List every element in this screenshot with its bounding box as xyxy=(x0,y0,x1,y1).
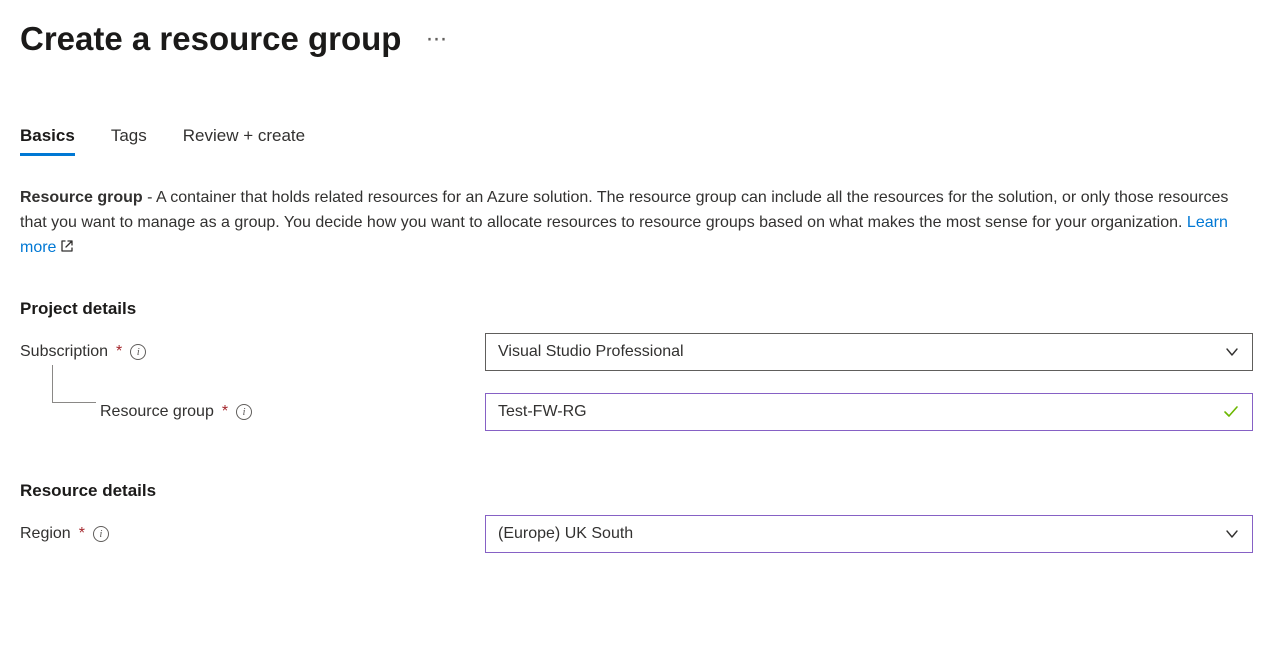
description-body: - A container that holds related resourc… xyxy=(20,189,1228,231)
tab-tags[interactable]: Tags xyxy=(111,126,147,156)
resource-group-label: Resource group xyxy=(100,403,214,421)
more-icon[interactable]: ··· xyxy=(425,25,446,53)
tab-basics[interactable]: Basics xyxy=(20,126,75,156)
subscription-label-cell: Subscription * i xyxy=(20,343,485,361)
subscription-label: Subscription xyxy=(20,343,108,361)
tree-connector xyxy=(52,365,96,403)
region-row: Region * i (Europe) UK South xyxy=(20,515,1253,553)
info-icon[interactable]: i xyxy=(236,404,252,420)
description-text: Resource group - A container that holds … xyxy=(20,186,1240,261)
region-value: (Europe) UK South xyxy=(498,525,633,543)
resource-group-row: Resource group * i Test-FW-RG xyxy=(20,393,1253,431)
resource-details-heading: Resource details xyxy=(20,481,1253,501)
check-icon xyxy=(1222,403,1240,421)
required-indicator: * xyxy=(79,525,85,543)
resource-group-label-cell: Resource group * i xyxy=(20,403,485,421)
page-title: Create a resource group xyxy=(20,20,401,58)
subscription-dropdown[interactable]: Visual Studio Professional xyxy=(485,333,1253,371)
region-label: Region xyxy=(20,525,71,543)
subscription-value: Visual Studio Professional xyxy=(498,343,684,361)
region-dropdown[interactable]: (Europe) UK South xyxy=(485,515,1253,553)
tab-strip: Basics Tags Review + create xyxy=(20,126,1253,156)
info-icon[interactable]: i xyxy=(130,344,146,360)
required-indicator: * xyxy=(116,343,122,361)
tab-review-create[interactable]: Review + create xyxy=(183,126,305,156)
resource-group-value: Test-FW-RG xyxy=(498,403,587,421)
resource-group-input[interactable]: Test-FW-RG xyxy=(485,393,1253,431)
chevron-down-icon xyxy=(1224,344,1240,360)
required-indicator: * xyxy=(222,403,228,421)
external-link-icon xyxy=(60,237,74,262)
chevron-down-icon xyxy=(1224,526,1240,542)
subscription-row: Subscription * i Visual Studio Professio… xyxy=(20,333,1253,371)
info-icon[interactable]: i xyxy=(93,526,109,542)
description-lead: Resource group xyxy=(20,189,143,206)
project-details-heading: Project details xyxy=(20,299,1253,319)
region-label-cell: Region * i xyxy=(20,525,485,543)
